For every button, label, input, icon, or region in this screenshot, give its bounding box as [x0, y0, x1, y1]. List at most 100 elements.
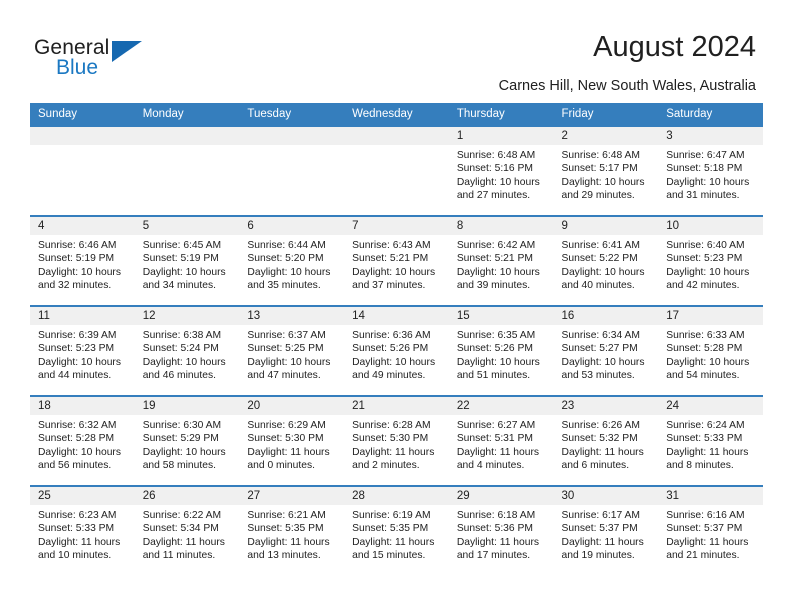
calendar-day-cell[interactable]: 6 Sunrise: 6:44 AM Sunset: 5:20 PM Daylight… — [239, 215, 345, 306]
calendar-day-cell[interactable]: 8 Sunrise: 6:42 AM Sunset: 5:21 PM Daylight… — [448, 215, 554, 306]
calendar-day-cell[interactable]: 18 Sunrise: 6:32 AM Sunset: 5:28 PM Dayligh… — [30, 395, 135, 486]
day-number: 15 — [448, 307, 554, 325]
calendar-day-cell[interactable]: 9 Sunrise: 6:41 AM Sunset: 5:22 PM Daylight… — [553, 215, 659, 306]
calendar-page: General Blue August 2024 Carnes Hill, Ne… — [0, 0, 792, 612]
calendar-day-cell[interactable]: 12 Sunrise: 6:38 AM Sunset: 5:24 PM Dayligh… — [134, 305, 240, 396]
calendar-day-cell-empty — [30, 125, 135, 216]
sunset-time: Sunset: 5:28 PM — [38, 433, 115, 445]
day-cell-inner: 22 Sunrise: 6:27 AM Sunset: 5:31 PM Dayligh… — [448, 397, 554, 485]
day-cell-inner: 10 Sunrise: 6:40 AM Sunset: 5:23 PM Dayligh… — [658, 217, 763, 305]
calendar-day-cell[interactable]: 16 Sunrise: 6:34 AM Sunset: 5:27 PM Dayligh… — [553, 305, 659, 396]
daylight-duration-line1: Daylight: 11 hours — [666, 536, 749, 548]
day-details: Sunrise: 6:32 AM Sunset: 5:28 PM Daylight:… — [30, 415, 135, 473]
daylight-duration-line1: Daylight: 11 hours — [456, 536, 540, 548]
daylight-duration-line1: Daylight: 10 hours — [142, 446, 226, 458]
day-number: 9 — [553, 217, 659, 235]
calendar-day-cell[interactable]: 13 Sunrise: 6:37 AM Sunset: 5:25 PM Dayligh… — [239, 305, 345, 396]
calendar-day-cell[interactable]: 20 Sunrise: 6:29 AM Sunset: 5:30 PM Dayligh… — [239, 395, 345, 486]
calendar-day-cell[interactable]: 27 Sunrise: 6:21 AM Sunset: 5:35 PM Dayligh… — [239, 485, 345, 575]
day-number: 10 — [658, 217, 763, 235]
calendar-day-cell[interactable]: 26 Sunrise: 6:22 AM Sunset: 5:34 PM Dayligh… — [134, 485, 240, 575]
day-number: 25 — [30, 487, 135, 505]
sunset-time: Sunset: 5:24 PM — [142, 343, 219, 355]
calendar-day-cell[interactable]: 19 Sunrise: 6:30 AM Sunset: 5:29 PM Dayligh… — [134, 395, 240, 486]
calendar-day-cell[interactable]: 31 Sunrise: 6:16 AM Sunset: 5:37 PM Dayligh… — [658, 485, 763, 575]
calendar-day-cell[interactable]: 5 Sunrise: 6:45 AM Sunset: 5:19 PM Daylight… — [134, 215, 240, 306]
calendar-day-cell[interactable]: 28 Sunrise: 6:19 AM Sunset: 5:35 PM Dayligh… — [344, 485, 449, 575]
calendar-day-cell[interactable]: 15 Sunrise: 6:35 AM Sunset: 5:26 PM Dayligh… — [448, 305, 554, 396]
brand-logo[interactable]: General Blue — [34, 36, 164, 82]
day-details: Sunrise: 6:33 AM Sunset: 5:28 PM Daylight:… — [658, 325, 763, 383]
day-cell-inner: 12 Sunrise: 6:38 AM Sunset: 5:24 PM Dayligh… — [134, 307, 240, 395]
day-cell-inner: 16 Sunrise: 6:34 AM Sunset: 5:27 PM Dayligh… — [553, 307, 659, 395]
day-cell-inner: 5 Sunrise: 6:45 AM Sunset: 5:19 PM Daylight… — [134, 217, 240, 305]
daylight-duration-line2: and 34 minutes. — [142, 280, 216, 292]
day-number: 4 — [30, 217, 135, 235]
day-cell-inner: 11 Sunrise: 6:39 AM Sunset: 5:23 PM Dayligh… — [30, 307, 135, 395]
daylight-duration-line2: and 53 minutes. — [561, 370, 635, 382]
daylight-duration-line1: Daylight: 10 hours — [456, 266, 540, 278]
calendar-day-cell[interactable]: 14 Sunrise: 6:36 AM Sunset: 5:26 PM Dayligh… — [344, 305, 449, 396]
sunrise-time: Sunrise: 6:27 AM — [456, 420, 536, 431]
sunrise-time: Sunrise: 6:34 AM — [561, 330, 640, 341]
day-cell-inner: 28 Sunrise: 6:19 AM Sunset: 5:35 PM Dayligh… — [344, 487, 449, 575]
day-cell-inner: 7 Sunrise: 6:43 AM Sunset: 5:21 PM Daylight… — [344, 217, 449, 305]
day-number: 7 — [344, 217, 449, 235]
day-number: 19 — [134, 397, 240, 415]
sunset-time: Sunset: 5:26 PM — [456, 343, 533, 355]
calendar-day-cell[interactable]: 11 Sunrise: 6:39 AM Sunset: 5:23 PM Dayligh… — [30, 305, 135, 396]
calendar-day-cell[interactable]: 22 Sunrise: 6:27 AM Sunset: 5:31 PM Dayligh… — [448, 395, 554, 486]
calendar-day-cell[interactable]: 4 Sunrise: 6:46 AM Sunset: 5:19 PM Daylight… — [30, 215, 135, 306]
daylight-duration-line1: Daylight: 11 hours — [38, 536, 121, 548]
day-cell-inner: 24 Sunrise: 6:24 AM Sunset: 5:33 PM Dayligh… — [658, 397, 763, 485]
day-number: 29 — [448, 487, 554, 505]
sunrise-time: Sunrise: 6:33 AM — [666, 330, 745, 341]
day-details: Sunrise: 6:24 AM Sunset: 5:33 PM Daylight:… — [658, 415, 763, 473]
calendar-day-cell[interactable]: 21 Sunrise: 6:28 AM Sunset: 5:30 PM Dayligh… — [344, 395, 449, 486]
daylight-duration-line2: and 31 minutes. — [666, 190, 740, 202]
day-details: Sunrise: 6:48 AM Sunset: 5:16 PM Daylight:… — [449, 145, 554, 203]
brand-name-blue: Blue — [56, 56, 99, 79]
sunrise-time: Sunrise: 6:26 AM — [561, 420, 640, 431]
weekday-header-wednesday: Wednesday — [344, 103, 449, 126]
sunrise-time: Sunrise: 6:36 AM — [352, 330, 431, 341]
calendar-day-cell[interactable]: 1 Sunrise: 6:48 AM Sunset: 5:16 PM Daylight… — [448, 125, 554, 216]
calendar-day-cell[interactable]: 24 Sunrise: 6:24 AM Sunset: 5:33 PM Dayligh… — [658, 395, 763, 486]
calendar-table: Sunday Monday Tuesday Wednesday Thursday Frid… — [30, 103, 763, 575]
day-number: 17 — [658, 307, 763, 325]
page-subtitle: Carnes Hill, New South Wales, Australia — [498, 78, 756, 94]
calendar-week-row: 18 Sunrise: 6:32 AM Sunset: 5:28 PM Dayligh… — [30, 395, 763, 486]
weekday-header-row: Sunday Monday Tuesday Wednesday Thursday Frid… — [30, 103, 763, 126]
sunset-time: Sunset: 5:34 PM — [142, 523, 219, 535]
daylight-duration-line2: and 27 minutes. — [456, 190, 531, 202]
daylight-duration-line1: Daylight: 11 hours — [247, 536, 330, 548]
calendar-day-cell[interactable]: 23 Sunrise: 6:26 AM Sunset: 5:32 PM Dayligh… — [553, 395, 659, 486]
daylight-duration-line1: Daylight: 10 hours — [456, 176, 540, 188]
calendar-day-cell[interactable]: 3 Sunrise: 6:47 AM Sunset: 5:18 PM Daylight… — [658, 125, 763, 216]
sunrise-time: Sunrise: 6:29 AM — [247, 420, 326, 431]
calendar-day-cell[interactable]: 7 Sunrise: 6:43 AM Sunset: 5:21 PM Daylight… — [344, 215, 449, 306]
sunrise-time: Sunrise: 6:24 AM — [666, 420, 745, 431]
calendar-day-cell[interactable]: 25 Sunrise: 6:23 AM Sunset: 5:33 PM Dayligh… — [30, 485, 135, 575]
calendar-day-cell[interactable]: 2 Sunrise: 6:48 AM Sunset: 5:17 PM Daylight… — [553, 125, 659, 216]
day-details: Sunrise: 6:21 AM Sunset: 5:35 PM Daylight:… — [239, 505, 344, 563]
calendar-day-cell[interactable]: 17 Sunrise: 6:33 AM Sunset: 5:28 PM Dayligh… — [658, 305, 763, 396]
calendar-day-cell[interactable]: 30 Sunrise: 6:17 AM Sunset: 5:37 PM Dayligh… — [553, 485, 659, 575]
calendar-day-cell-empty — [344, 125, 449, 216]
sunset-time: Sunset: 5:22 PM — [561, 253, 638, 265]
calendar-day-cell[interactable]: 10 Sunrise: 6:40 AM Sunset: 5:23 PM Dayligh… — [658, 215, 763, 306]
day-number — [30, 127, 135, 145]
sunrise-time: Sunrise: 6:41 AM — [561, 240, 640, 251]
day-number: 22 — [448, 397, 554, 415]
daylight-duration-line2: and 11 minutes. — [142, 550, 216, 562]
sunrise-time: Sunrise: 6:44 AM — [247, 240, 326, 251]
sunrise-time: Sunrise: 6:46 AM — [38, 240, 117, 251]
calendar-day-cell[interactable]: 29 Sunrise: 6:18 AM Sunset: 5:36 PM Dayligh… — [448, 485, 554, 575]
daylight-duration-line2: and 0 minutes. — [247, 460, 315, 472]
triangle-logo-icon — [112, 41, 142, 62]
day-details: Sunrise: 6:29 AM Sunset: 5:30 PM Daylight:… — [239, 415, 344, 473]
day-number: 11 — [30, 307, 135, 325]
sunrise-time: Sunrise: 6:17 AM — [561, 510, 640, 521]
day-cell-inner: 18 Sunrise: 6:32 AM Sunset: 5:28 PM Dayligh… — [30, 397, 135, 485]
daylight-duration-line1: Daylight: 10 hours — [38, 266, 121, 278]
